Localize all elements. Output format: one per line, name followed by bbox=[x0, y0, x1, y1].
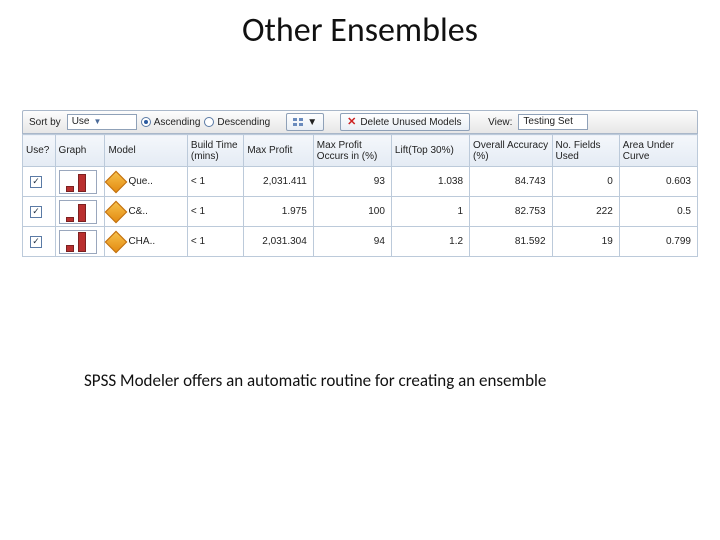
ascending-label: Ascending bbox=[154, 117, 201, 128]
table-header-row: Use? Graph Model Build Time (mins) Max P… bbox=[23, 135, 698, 167]
delete-icon: ✕ bbox=[347, 117, 356, 128]
max-profit-cell: 1.975 bbox=[244, 197, 313, 227]
chevron-down-icon: ▼ bbox=[93, 115, 101, 129]
col-lift[interactable]: Lift(Top 30%) bbox=[391, 135, 469, 167]
toolbar: Sort by Use ▼ Ascending Descending ▼ ✕ D… bbox=[22, 110, 698, 134]
delete-unused-button[interactable]: ✕ Delete Unused Models bbox=[340, 113, 470, 131]
build-time-cell: < 1 bbox=[187, 197, 243, 227]
accuracy-cell: 82.753 bbox=[470, 197, 552, 227]
accuracy-cell: 84.743 bbox=[470, 167, 552, 197]
build-time-cell: < 1 bbox=[187, 227, 243, 257]
model-nugget-icon bbox=[105, 200, 128, 223]
caption-text: SPSS Modeler offers an automatic routine… bbox=[84, 370, 546, 391]
spss-panel: Sort by Use ▼ Ascending Descending ▼ ✕ D… bbox=[22, 110, 698, 257]
lift-cell: 1 bbox=[391, 197, 469, 227]
fields-cell: 19 bbox=[552, 227, 619, 257]
descending-label: Descending bbox=[217, 117, 270, 128]
max-profit-cell: 2,031.411 bbox=[244, 167, 313, 197]
col-max-profit[interactable]: Max Profit bbox=[244, 135, 313, 167]
view-value: Testing Set bbox=[523, 115, 572, 129]
mini-chart-icon bbox=[59, 200, 97, 224]
max-profit-occurs-cell: 100 bbox=[313, 197, 391, 227]
view-select[interactable]: Testing Set bbox=[518, 114, 588, 130]
col-accuracy[interactable]: Overall Accuracy (%) bbox=[470, 135, 552, 167]
build-time-cell: < 1 bbox=[187, 167, 243, 197]
use-checkbox[interactable]: ✓ bbox=[30, 176, 42, 188]
col-graph[interactable]: Graph bbox=[55, 135, 105, 167]
col-fields[interactable]: No. Fields Used bbox=[552, 135, 619, 167]
max-profit-occurs-cell: 93 bbox=[313, 167, 391, 197]
sort-by-value: Use bbox=[72, 115, 90, 129]
auc-cell: 0.799 bbox=[619, 227, 697, 257]
view-mode-button[interactable]: ▼ bbox=[286, 113, 324, 131]
page-title: Other Ensembles bbox=[0, 10, 720, 51]
use-checkbox[interactable]: ✓ bbox=[30, 236, 42, 248]
sort-by-label: Sort by bbox=[27, 117, 63, 128]
view-label: View: bbox=[486, 117, 514, 128]
lift-cell: 1.038 bbox=[391, 167, 469, 197]
grid-icon bbox=[293, 118, 303, 126]
delete-label: Delete Unused Models bbox=[360, 117, 461, 128]
chevron-down-icon: ▼ bbox=[307, 117, 317, 128]
model-nugget-icon bbox=[105, 170, 128, 193]
fields-cell: 0 bbox=[552, 167, 619, 197]
auc-cell: 0.5 bbox=[619, 197, 697, 227]
model-nugget-icon bbox=[105, 230, 128, 253]
col-model[interactable]: Model bbox=[105, 135, 187, 167]
model-name: Que.. bbox=[128, 176, 152, 187]
table-row[interactable]: ✓ C&.. < 11.975100182.7532220.5 bbox=[23, 197, 698, 227]
use-checkbox[interactable]: ✓ bbox=[30, 206, 42, 218]
table-row[interactable]: ✓ CHA.. < 12,031.304941.281.592190.799 bbox=[23, 227, 698, 257]
col-max-profit-occurs[interactable]: Max Profit Occurs in (%) bbox=[313, 135, 391, 167]
mini-chart-icon bbox=[59, 170, 97, 194]
fields-cell: 222 bbox=[552, 197, 619, 227]
model-name: CHA.. bbox=[128, 236, 155, 247]
ascending-radio[interactable]: Ascending bbox=[141, 117, 201, 128]
col-use[interactable]: Use? bbox=[23, 135, 56, 167]
descending-radio[interactable]: Descending bbox=[204, 117, 270, 128]
col-auc[interactable]: Area Under Curve bbox=[619, 135, 697, 167]
auc-cell: 0.603 bbox=[619, 167, 697, 197]
model-name: C&.. bbox=[128, 206, 147, 217]
mini-chart-icon bbox=[59, 230, 97, 254]
sort-by-select[interactable]: Use ▼ bbox=[67, 114, 137, 130]
max-profit-occurs-cell: 94 bbox=[313, 227, 391, 257]
col-build-time[interactable]: Build Time (mins) bbox=[187, 135, 243, 167]
table-row[interactable]: ✓ Que.. < 12,031.411931.03884.74300.603 bbox=[23, 167, 698, 197]
lift-cell: 1.2 bbox=[391, 227, 469, 257]
max-profit-cell: 2,031.304 bbox=[244, 227, 313, 257]
models-table: Use? Graph Model Build Time (mins) Max P… bbox=[22, 134, 698, 257]
accuracy-cell: 81.592 bbox=[470, 227, 552, 257]
